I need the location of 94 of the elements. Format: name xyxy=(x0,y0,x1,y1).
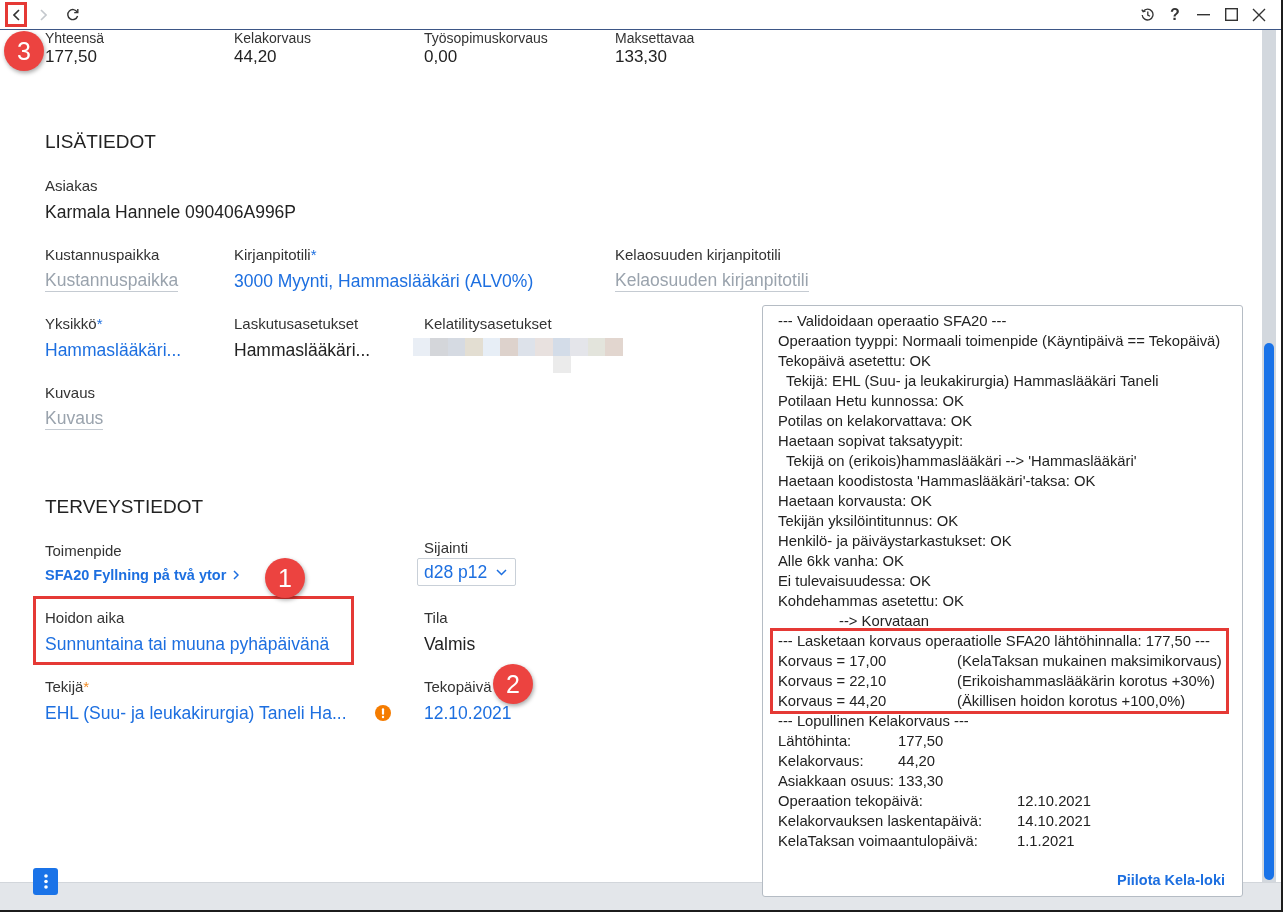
field-value: Hammaslääkäri... xyxy=(234,338,371,361)
required-mark: * xyxy=(83,678,90,696)
procedure-link[interactable]: SFA20 Fyllning på två ytor xyxy=(45,566,240,584)
chevron-down-icon xyxy=(496,568,508,576)
field-link[interactable]: 3000 Myynti, Hammaslääkäri (ALV0%) xyxy=(234,269,534,292)
log-line: Tekijä: EHL (Suu- ja leukakirurgia) Hammaslääkäri Taneli xyxy=(786,373,1159,389)
log-line: Ei tulevaisuudessa: OK xyxy=(778,573,931,589)
hide-log-link[interactable]: Piilota Kela-loki xyxy=(1117,870,1225,890)
log-value: 14.10.2021 xyxy=(1017,812,1092,831)
log-label: Korvaus = 22,10 xyxy=(778,672,887,691)
summary-value: 177,50 xyxy=(45,47,97,67)
summary-label: Yhteensä xyxy=(45,30,105,46)
scrollbar-thumb[interactable] xyxy=(1264,343,1274,880)
summary-value: 133,30 xyxy=(615,47,667,67)
log-value: 177,50 xyxy=(898,732,944,751)
required-mark: * xyxy=(310,246,317,264)
log-label: Korvaus = 17,00 xyxy=(778,652,887,671)
chevron-right-icon xyxy=(233,570,240,580)
summary-value: 0,00 xyxy=(424,47,458,67)
summary-value: 44,20 xyxy=(234,47,277,67)
location-dropdown[interactable]: d28 p12 xyxy=(417,558,517,586)
log-line: Tekijä on (erikois)hammaslääkäri --> 'Hammaslääkäri' xyxy=(786,453,1137,469)
summary-label: Maksettavaa xyxy=(615,30,695,46)
more-button[interactable] xyxy=(33,868,58,895)
vertical-dots-icon xyxy=(43,874,48,889)
log-line: Henkilö- ja päiväystarkastukset: OK xyxy=(778,533,1012,549)
log-line: --> Korvataan xyxy=(839,613,930,629)
log-line: Potilaan Hetu kunnossa: OK xyxy=(778,393,964,409)
field-label: Kelaosuuden kirjanpitotili xyxy=(615,246,781,264)
log-line: Kohdehammas asetettu: OK xyxy=(778,593,964,609)
log-line: Haetaan korvausta: OK xyxy=(778,493,932,509)
log-line: Haetaan koodistosta 'Hammaslääkäri'-taksa: OK xyxy=(778,473,1096,489)
field-link[interactable]: 12.10.2021 xyxy=(424,701,512,724)
log-line: --- Validoidaan operaatio SFA20 --- xyxy=(778,313,1007,329)
field-label: Tekopäivä xyxy=(424,678,492,696)
field-label: Hoidon aika xyxy=(45,609,125,627)
log-line: Tekopäivä asetettu: OK xyxy=(778,353,931,369)
close-icon xyxy=(1252,7,1266,22)
log-label: Operaation tekopäivä: xyxy=(778,792,923,811)
log-value: (KelaTaksan mukainen maksimikorvaus) xyxy=(957,652,1222,671)
field-label: Toimenpide xyxy=(45,542,122,560)
summary-label: Työsopimuskorvaus xyxy=(424,30,548,46)
log-line: Operaation tyyppi: Normaali toimenpide (Käyntipäivä == Tekopäivä) xyxy=(778,333,1221,349)
log-label: Korvaus = 44,20 xyxy=(778,692,887,711)
chevron-left-icon xyxy=(12,8,20,21)
help-button[interactable]: ? xyxy=(1164,2,1186,27)
back-button[interactable] xyxy=(5,2,27,27)
log-label: KelaTaksan voimaantulopäivä: xyxy=(778,832,978,851)
required-mark: * xyxy=(96,315,103,333)
maximize-icon xyxy=(1224,8,1238,21)
input-field[interactable]: Kuvaus xyxy=(45,407,104,430)
log-label: Asiakkaan osuus: xyxy=(778,772,894,791)
clock-arrow-icon xyxy=(1140,8,1154,21)
log-value: (Erikoishammaslääkärin korotus +30%) xyxy=(957,672,1215,691)
field-link[interactable]: Sunnuntaina tai muuna pyhäpäivänä xyxy=(45,632,330,655)
field-label: Kelatilitysasetukset xyxy=(424,315,552,333)
input-field[interactable]: Kelaosuuden kirjanpitotili xyxy=(615,269,809,292)
field-label: Asiakas xyxy=(45,177,98,195)
log-label: Kelakorvaus: xyxy=(778,752,864,771)
log-value: 44,20 xyxy=(898,752,936,771)
field-value: Valmis xyxy=(424,632,476,655)
annotation-badge: 3 xyxy=(4,31,44,71)
annotation-badge: 1 xyxy=(265,558,305,598)
log-label: Kelakorvauksen laskentapäivä: xyxy=(778,812,982,831)
log-line: --- Lopullinen Kelakorvaus --- xyxy=(778,713,969,729)
input-field[interactable]: Kustannuspaikka xyxy=(45,269,179,292)
log-line: --- Lasketaan korvaus operaatiolle SFA20 lähtöhinnalla: 177,50 --- xyxy=(778,633,1210,649)
field-label: Kirjanpitotili xyxy=(234,246,311,264)
annotation-badge: 2 xyxy=(493,664,533,704)
log-value: 133,30 xyxy=(898,772,944,791)
log-line: Haetaan sopivat taksatyypit: xyxy=(778,433,964,449)
section-heading: TERVEYSTIEDOT xyxy=(45,495,203,519)
field-label: Sijainti xyxy=(424,539,469,557)
field-label: Laskutusasetukset xyxy=(234,315,359,333)
summary-label: Kelakorvaus xyxy=(234,30,312,46)
field-label: Kustannuspaikka xyxy=(45,246,160,264)
field-link[interactable]: Hammaslääkäri... xyxy=(45,338,182,361)
refresh-icon xyxy=(65,8,79,21)
field-label: Tila xyxy=(424,609,448,627)
log-value: 1.1.2021 xyxy=(1017,832,1075,851)
section-heading: LISÄTIEDOT xyxy=(45,130,156,154)
log-line: Potilas on kelakorvattava: OK xyxy=(778,413,973,429)
minimize-icon xyxy=(1196,13,1210,16)
field-value: Karmala Hannele 090406A996P xyxy=(45,200,296,223)
log-value: 12.10.2021 xyxy=(1017,792,1092,811)
field-label: Kuvaus xyxy=(45,384,96,402)
log-label: Lähtöhinta: xyxy=(778,732,852,751)
log-line: Alle 6kk vanha: OK xyxy=(778,553,904,569)
log-line: Tekijän yksilöintitunnus: OK xyxy=(778,513,959,529)
field-label: Tekijä xyxy=(45,678,84,696)
field-link[interactable]: EHL (Suu- ja leukakirurgia) Taneli Ha... xyxy=(45,701,347,724)
field-label: Yksikkö xyxy=(45,315,97,333)
log-value: (Äkillisen hoidon korotus +100,0%) xyxy=(957,692,1186,711)
chevron-right-icon xyxy=(39,8,47,21)
